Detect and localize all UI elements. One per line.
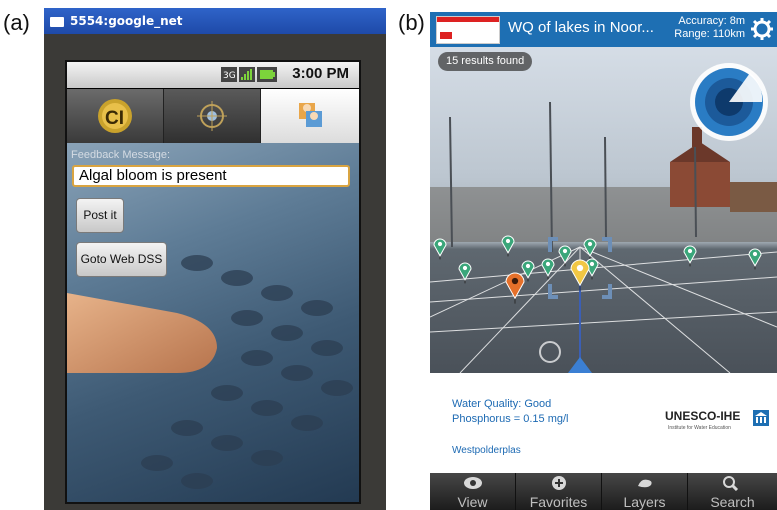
poi-marker[interactable] — [558, 245, 572, 267]
nav-layers-label: Layers — [623, 494, 666, 510]
search-icon — [723, 476, 739, 491]
poi-marker[interactable] — [521, 260, 535, 282]
nav-favorites[interactable]: Favorites — [516, 473, 602, 510]
phosphorus-text: Phosphorus = 0.15 mg/l — [452, 413, 569, 425]
poi-marker[interactable] — [433, 238, 447, 260]
app-logo — [436, 16, 500, 44]
accuracy-range: Accuracy: 8m Range: 110km — [674, 15, 745, 41]
accuracy-text: Accuracy: 8m — [678, 15, 745, 27]
status-time: 3:00 PM — [292, 65, 349, 82]
nav-layers[interactable]: Layers — [602, 473, 688, 510]
selected-poi-marker[interactable] — [570, 259, 590, 291]
poi-marker[interactable] — [541, 258, 555, 280]
keypad-photo-background — [67, 255, 353, 489]
lake-name: Westpolderplas — [452, 445, 521, 456]
poi-marker[interactable] — [683, 245, 697, 267]
status-bar: 3G 3:00 PM — [67, 62, 359, 88]
network-3g-icon: 3G — [221, 67, 237, 82]
poi-marker[interactable] — [748, 248, 762, 270]
tab-users[interactable] — [261, 89, 359, 143]
svg-text:CI: CI — [105, 108, 124, 129]
panel-label-b: (b) — [398, 10, 425, 35]
nav-search-label: Search — [710, 494, 755, 510]
tab-target[interactable] — [164, 89, 261, 143]
tab-bar: CI — [67, 89, 359, 143]
window-icon — [50, 16, 64, 27]
feedback-label: Feedback Message: — [71, 149, 171, 161]
tab-ci[interactable]: CI — [67, 89, 164, 143]
poi-marker[interactable] — [501, 235, 515, 257]
nav-search[interactable]: Search — [688, 473, 777, 510]
battery-icon — [257, 67, 277, 82]
target-icon — [197, 101, 227, 131]
unesco-ihe-logo: UNESCO-IHE — [665, 409, 741, 423]
ar-app-screen: WQ of lakes in Noor... Accuracy: 8m Rang… — [430, 12, 777, 510]
signal-icon — [239, 67, 255, 82]
layers-icon — [638, 479, 652, 488]
emulator-title-bar: 5554:google_net — [44, 8, 386, 34]
gear-icon[interactable] — [751, 18, 773, 40]
poi-marker[interactable] — [505, 272, 525, 304]
emulator-title: 5554:google_net — [70, 14, 183, 28]
poi-markers — [433, 235, 762, 304]
users-icon — [299, 103, 322, 127]
nav-favorites-label: Favorites — [529, 494, 588, 510]
emulator-window: 5554:google_net 3G 3:00 PM CI Feedback M… — [44, 8, 386, 510]
ci-logo-icon: CI — [98, 99, 132, 133]
temple-icon — [753, 410, 769, 426]
nav-view-label: View — [457, 494, 488, 510]
goto-web-dss-button[interactable]: Goto Web DSS — [76, 242, 167, 277]
ar-title[interactable]: WQ of lakes in Noor... — [508, 19, 654, 36]
feedback-screen: Feedback Message: Algal bloom is present… — [67, 143, 359, 502]
poi-info-panel[interactable]: Water Quality: Good Phosphorus = 0.15 mg… — [430, 373, 777, 473]
water-quality-text: Water Quality: Good — [452, 398, 552, 410]
feedback-input[interactable]: Algal bloom is present — [72, 165, 350, 187]
phone-screen: 3G 3:00 PM CI Feedback Message: Algal bl… — [65, 60, 361, 504]
camera-view: 15 results found — [430, 47, 777, 373]
range-text: Range: 110km — [674, 28, 745, 40]
panel-label-a: (a) — [3, 10, 30, 35]
bottom-nav: View Favorites Layers Search — [430, 473, 777, 510]
poi-marker[interactable] — [583, 238, 597, 260]
post-it-button[interactable]: Post it — [76, 198, 124, 233]
nav-view[interactable]: View — [430, 473, 516, 510]
ar-header: WQ of lakes in Noor... Accuracy: 8m Rang… — [430, 12, 777, 47]
poi-marker[interactable] — [458, 262, 472, 284]
eye-icon — [464, 477, 482, 489]
results-count: 15 results found — [438, 52, 533, 71]
svg-text:3G: 3G — [223, 71, 236, 81]
favorites-plus-icon — [552, 476, 566, 490]
unesco-ihe-subtitle: Institute for Water Education — [668, 425, 731, 431]
